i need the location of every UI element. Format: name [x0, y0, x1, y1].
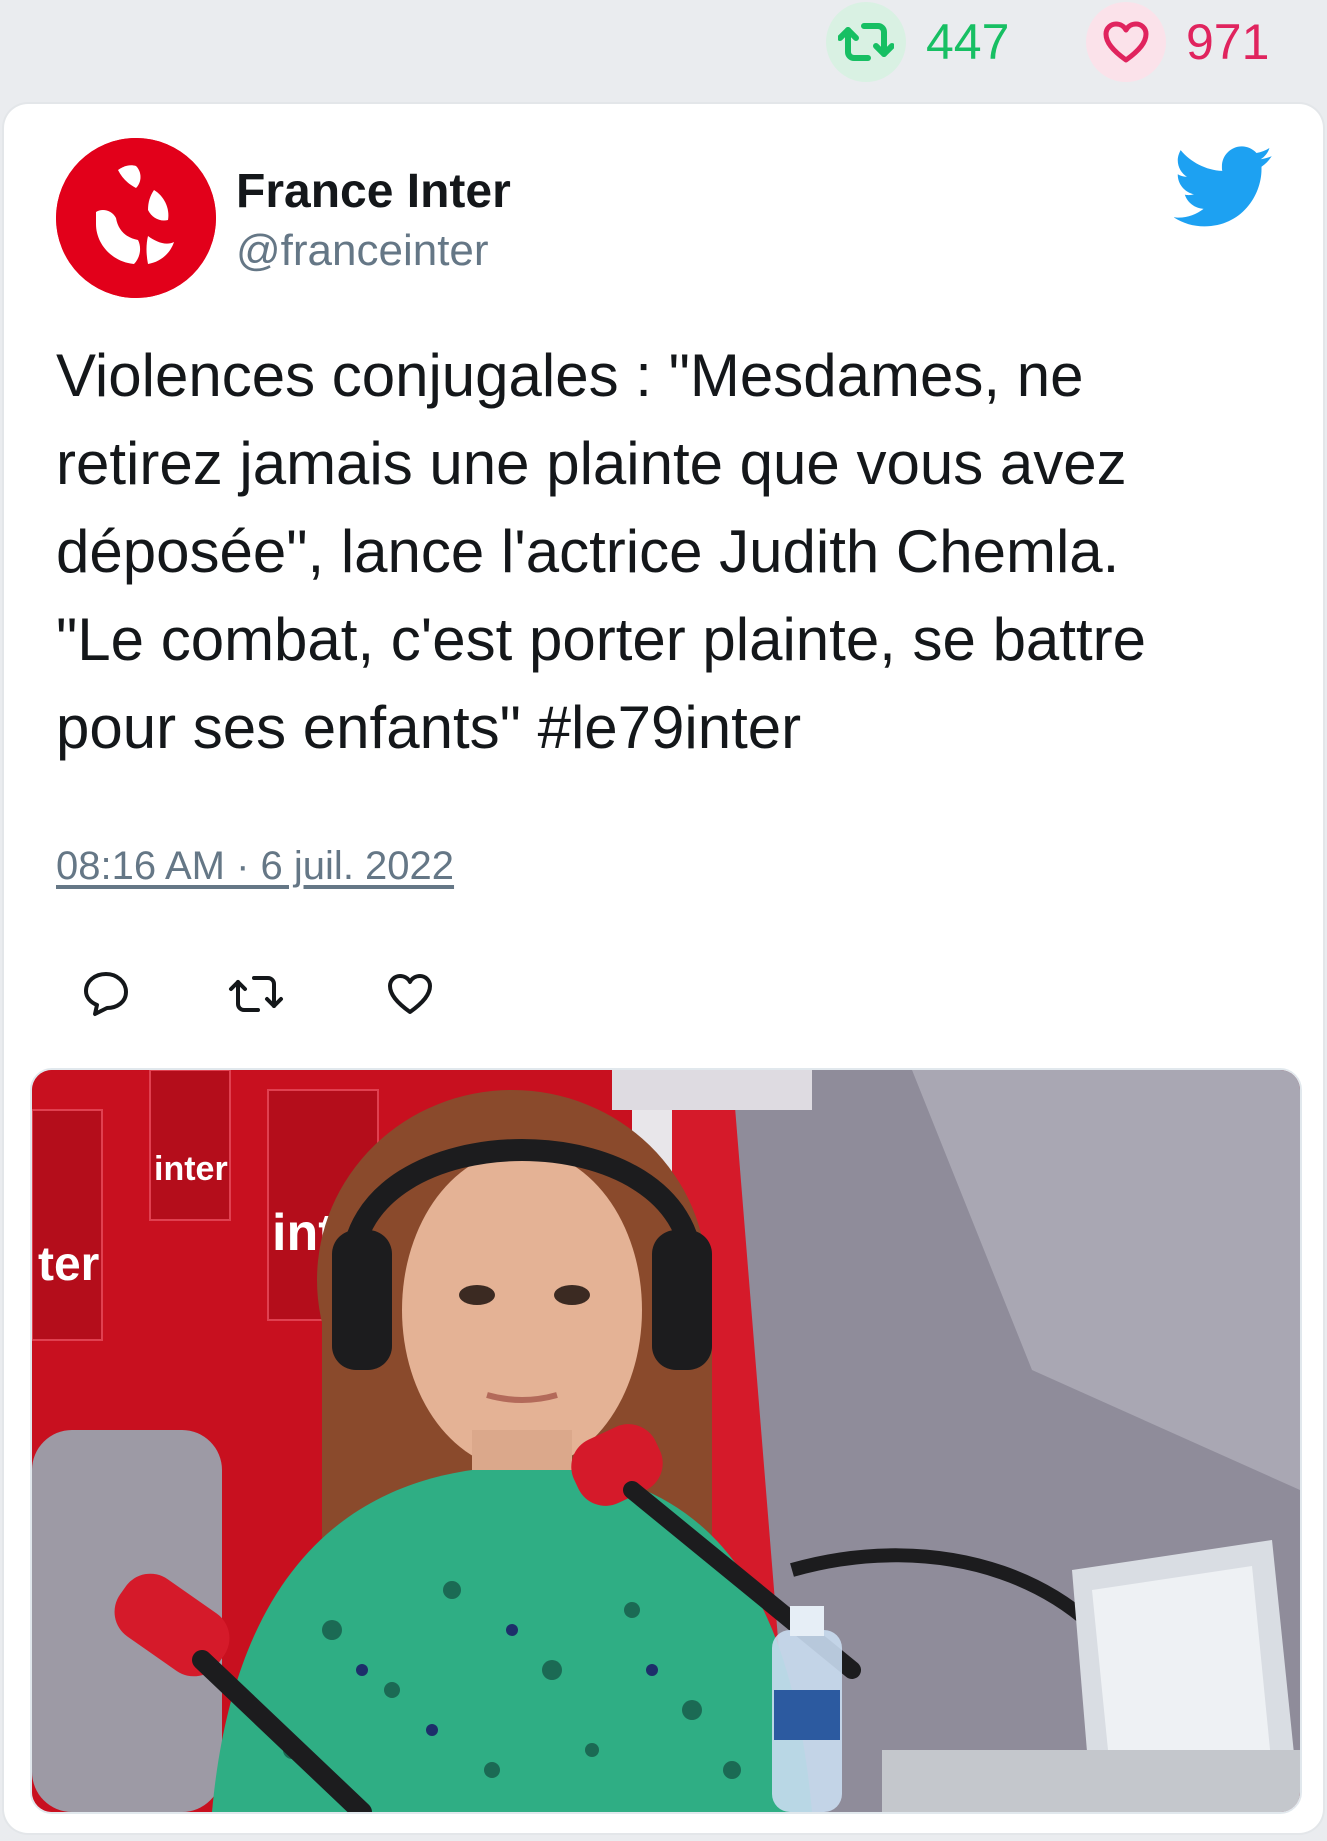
reply-button[interactable] [76, 966, 136, 1026]
tweet-text-line: "Le combat, c'est porter plainte, se bat… [56, 606, 1146, 673]
tweet-media-photo[interactable]: ter inter inte [30, 1068, 1302, 1814]
retweet-stat[interactable]: 447 [826, 2, 1009, 82]
retweet-icon [228, 972, 284, 1021]
engagement-stats: 447 971 [0, 0, 1327, 96]
france-inter-logo[interactable] [56, 138, 216, 298]
retweet-button[interactable] [226, 966, 286, 1026]
svg-text:ter: ter [38, 1238, 99, 1291]
svg-text:inter: inter [154, 1150, 228, 1188]
twitter-bird-icon[interactable] [1173, 146, 1274, 230]
display-name[interactable]: France Inter [236, 164, 511, 219]
retweet-icon [826, 2, 906, 82]
like-icon [386, 972, 434, 1021]
like-stat[interactable]: 971 [1086, 2, 1269, 82]
tweet-text-line: déposée", lance l'actrice Judith Chemla. [56, 518, 1120, 585]
like-button[interactable] [380, 966, 440, 1026]
tweet-text: Violences conjugales : "Mesdames, ne ret… [56, 332, 1286, 772]
tweet-text-line: Violences conjugales : "Mesdames, ne [56, 342, 1084, 409]
heart-icon [1086, 2, 1166, 82]
reply-icon [81, 970, 131, 1023]
like-count: 971 [1186, 14, 1270, 70]
retweet-count: 447 [926, 14, 1010, 70]
user-handle[interactable]: @franceinter [236, 226, 489, 276]
tweet-text-line: retirez jamais une plainte que vous avez [56, 430, 1127, 497]
tweet-text-line: pour ses enfants" #le79inter [56, 694, 802, 761]
studio-photo: ter inter inte [32, 1070, 1300, 1812]
tweet-card: France Inter @franceinter Violences conj… [4, 104, 1323, 1833]
tweet-timestamp[interactable]: 08:16 AM · 6 juil. 2022 [56, 844, 454, 889]
